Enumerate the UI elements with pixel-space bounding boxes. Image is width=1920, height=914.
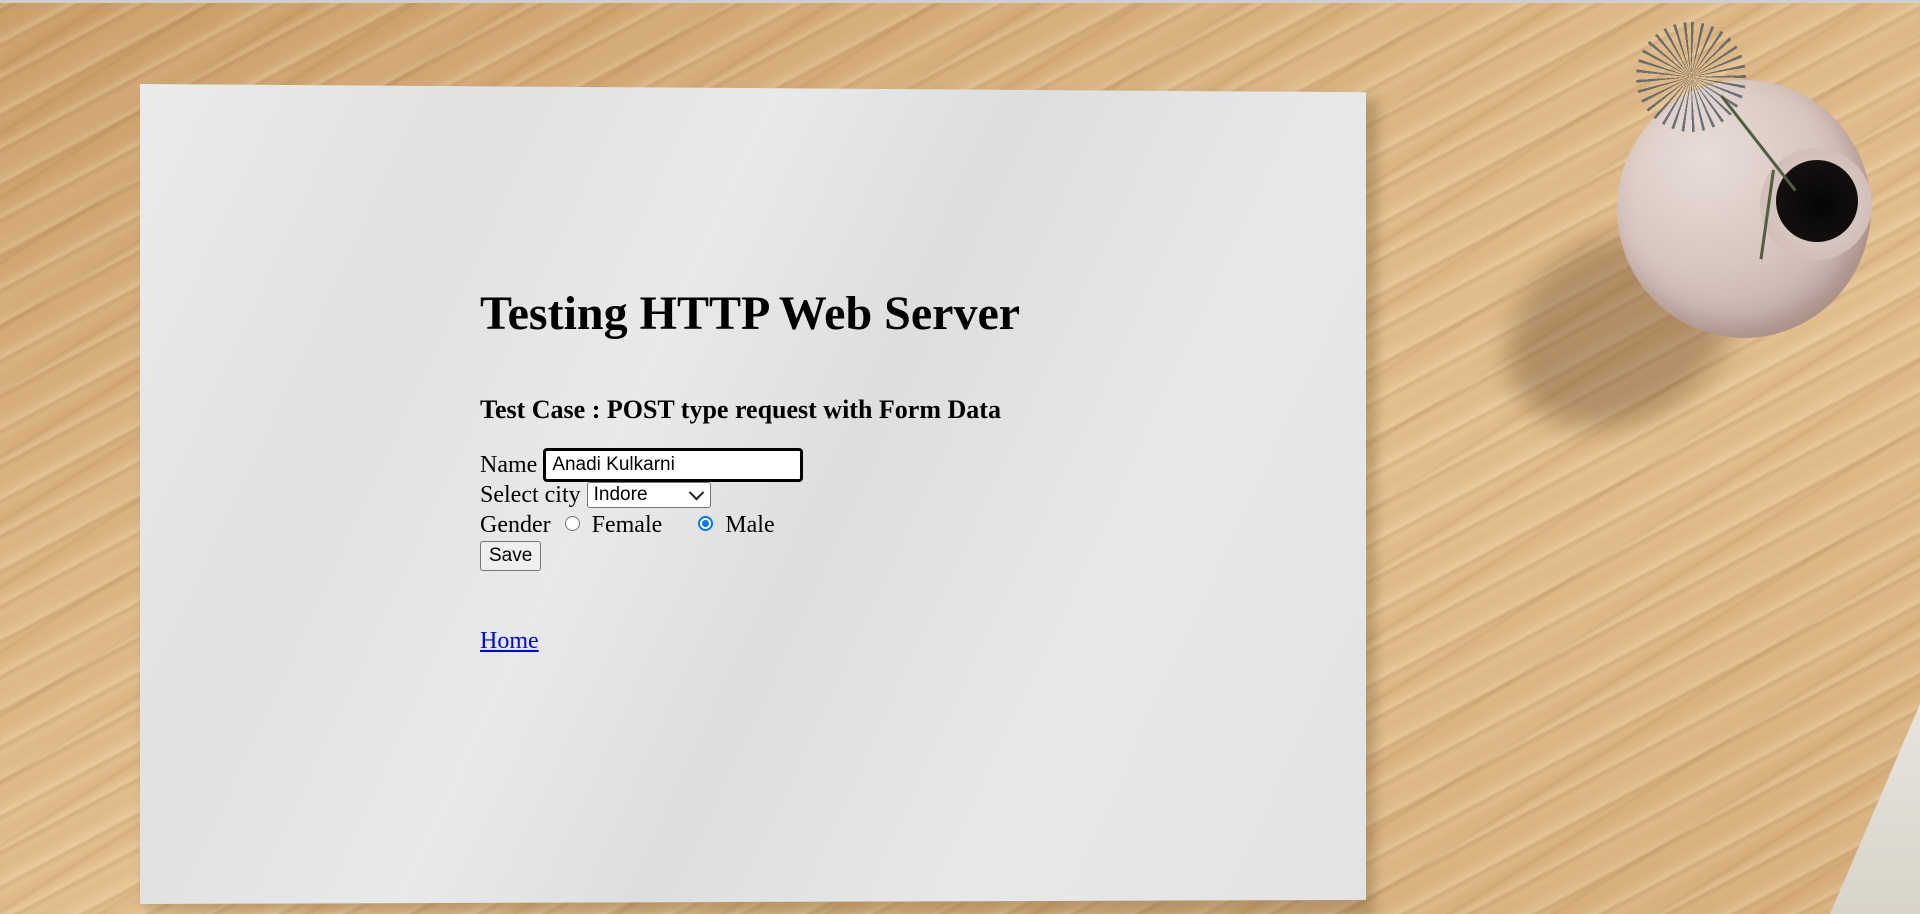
post-form: Name Select city Indore Gender Female Ma… bbox=[480, 448, 1020, 571]
city-select[interactable]: Indore bbox=[586, 482, 711, 508]
female-option-label: Female bbox=[591, 512, 663, 538]
city-selected-value: Indore bbox=[593, 484, 648, 505]
thistle-flower-image bbox=[1636, 22, 1746, 132]
chevron-down-icon bbox=[688, 484, 704, 500]
save-button[interactable]: Save bbox=[480, 541, 542, 571]
test-case-heading: Test Case : POST type request with Form … bbox=[480, 395, 1001, 424]
male-radio[interactable] bbox=[698, 515, 714, 531]
vase-opening bbox=[1776, 160, 1858, 242]
male-option-label: Male bbox=[725, 512, 775, 538]
save-row: Save bbox=[480, 540, 1020, 571]
gender-label: Gender bbox=[480, 512, 551, 538]
home-link[interactable]: Home bbox=[480, 628, 539, 655]
city-row: Select city Indore bbox=[480, 480, 1020, 510]
page-title: Testing HTTP Web Server bbox=[480, 287, 1021, 340]
desk-corner bbox=[1830, 704, 1920, 914]
top-border bbox=[0, 0, 1920, 3]
name-input[interactable] bbox=[543, 448, 804, 482]
page-content: Testing HTTP Web Server Test Case : POST… bbox=[480, 286, 1020, 655]
gender-row: Gender Female Male bbox=[480, 510, 1020, 540]
city-label: Select city bbox=[480, 482, 581, 508]
name-row: Name bbox=[480, 448, 1020, 482]
name-label: Name bbox=[480, 452, 538, 478]
female-radio[interactable] bbox=[564, 515, 580, 531]
